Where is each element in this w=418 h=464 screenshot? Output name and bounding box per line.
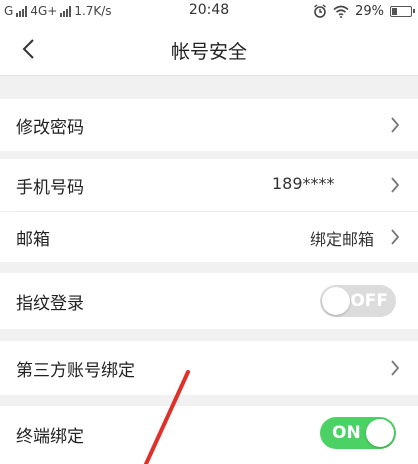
status-right: 29% [313,2,415,20]
chevron-right-icon [391,117,400,133]
chevron-right-icon [391,177,400,193]
fingerprint-label: 指纹登录 [16,294,84,314]
chevron-right-icon [391,229,400,245]
fingerprint-toggle[interactable]: OFF [320,285,396,317]
phone-value: 189**** [272,174,335,193]
status-bar: G 4G+ 1.7K/s 20:48 29% [0,0,418,22]
fingerprint-row: 指纹登录 OFF [0,273,418,329]
third-party-label: 第三方账号绑定 [16,361,135,381]
device-binding-row: 终端绑定 ON [0,406,418,464]
device-binding-label: 终端绑定 [16,427,84,447]
device-binding-toggle[interactable]: ON [320,417,396,449]
chevron-right-icon [391,360,400,376]
battery-icon [390,5,415,17]
email-label: 邮箱 [16,230,50,250]
toggle-off-text: OFF [350,291,388,311]
change-password-label: 修改密码 [16,118,84,138]
toggle-knob [366,419,394,447]
page-title: 帐号安全 [170,41,247,63]
wifi-icon [333,5,349,18]
alarm-icon [314,4,327,18]
phone-label: 手机号码 [16,178,84,198]
email-row[interactable]: 邮箱 绑定邮箱 [0,212,418,262]
toggle-on-text: ON [332,423,361,443]
phone-row[interactable]: 手机号码 189**** [0,159,418,211]
change-password-row[interactable]: 修改密码 [0,99,418,151]
toggle-knob [322,287,350,315]
email-value: 绑定邮箱 [309,230,374,249]
nav-bar: 帐号安全 [0,22,418,76]
battery-percent: 29% [355,3,384,19]
third-party-row[interactable]: 第三方账号绑定 [0,341,418,395]
